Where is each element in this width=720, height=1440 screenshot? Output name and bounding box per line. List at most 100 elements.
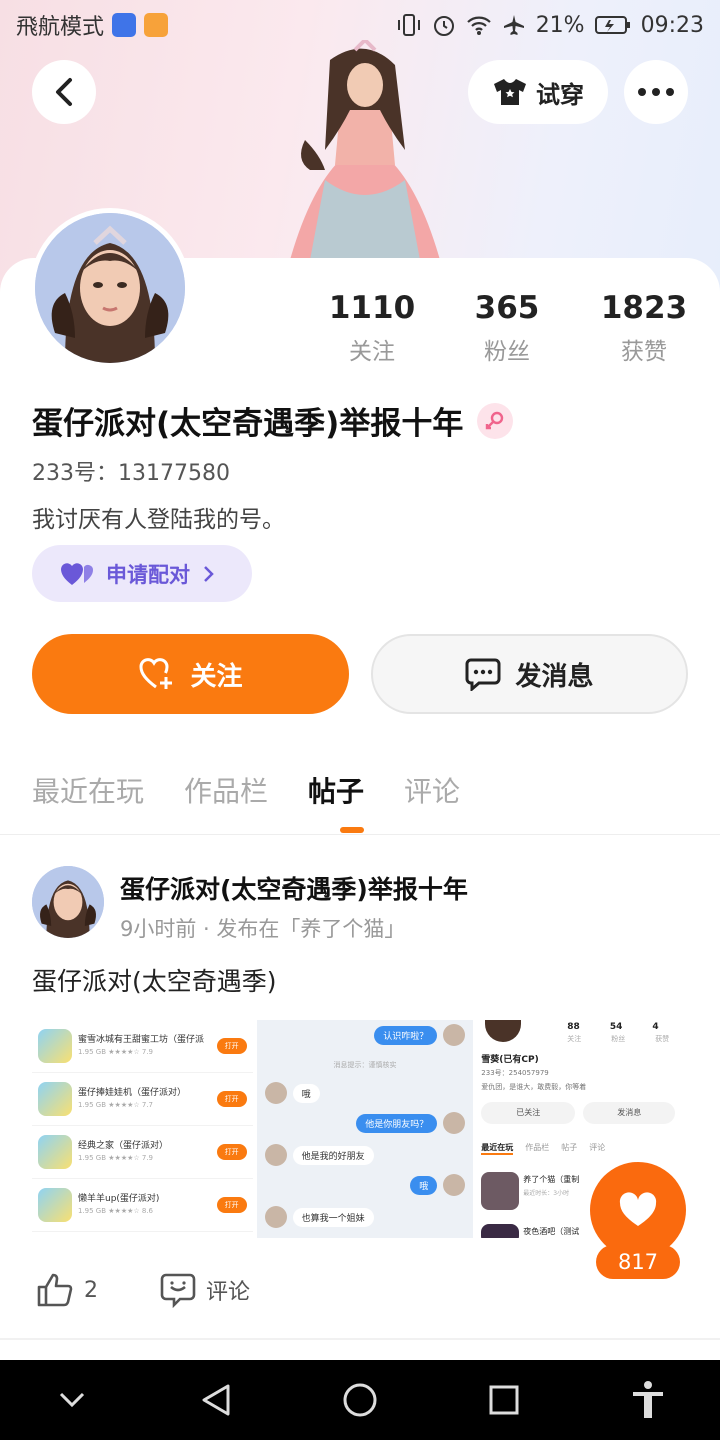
divider <box>0 1338 720 1340</box>
app-open-button: 打开 <box>216 1197 247 1213</box>
video-app-icon <box>144 13 169 37</box>
post-author-avatar[interactable] <box>32 866 104 938</box>
app-sub: 1.95 GB ★★★★☆ 7.7 <box>78 1101 153 1109</box>
stat-following[interactable]: 1110 关注 <box>302 290 442 366</box>
chat-avatar <box>264 1144 287 1166</box>
alarm-icon <box>433 16 454 36</box>
recents-square-icon <box>489 1385 519 1415</box>
like-count: 2 <box>84 1277 98 1303</box>
follow-button[interactable]: 关注 <box>32 634 349 714</box>
active-tab-indicator <box>340 827 364 833</box>
chevron-down-icon <box>59 1392 85 1408</box>
stat-following-label: 关注 <box>349 339 395 365</box>
post-image-chat[interactable]: 认识咋啦？ 消息提示：谨慎核实 哦 他是你朋友吗？ 他是我的好朋友 哦 也算我一… <box>256 1020 474 1238</box>
female-gender-icon <box>477 402 514 439</box>
home-circle-icon <box>343 1383 377 1417</box>
chevron-left-icon <box>56 78 72 106</box>
back-button[interactable] <box>32 60 96 124</box>
battery-icon <box>594 16 630 34</box>
request-pair-label: 申请配对 <box>106 562 190 587</box>
post-actions: 2 评论 <box>36 1272 250 1308</box>
vibrate-icon <box>397 14 420 36</box>
more-options-button[interactable] <box>624 60 688 124</box>
chat-message: 他是你朋友吗？ <box>356 1113 438 1133</box>
stat-fans[interactable]: 365 粉丝 <box>437 290 577 366</box>
thumbs-up-icon <box>37 1273 73 1307</box>
game-icon <box>38 1029 72 1063</box>
app-sub: 1.95 GB ★★★★☆ 7.9 <box>78 1154 153 1162</box>
mini-game-icon <box>481 1172 520 1210</box>
airplane-mode-label: 飛航模式 <box>16 15 105 40</box>
mini-avatar <box>485 1020 522 1042</box>
post-text[interactable]: 蛋仔派对(太空奇遇季) <box>32 962 277 998</box>
heart-icon <box>619 1192 657 1226</box>
divider <box>0 834 720 835</box>
app-title: 蛋仔捧娃娃机（蛋仔派对） <box>78 1088 187 1098</box>
floating-like-button[interactable] <box>590 1162 686 1258</box>
post-author-name[interactable]: 蛋仔派对(太空奇遇季)举报十年 <box>120 870 468 906</box>
post-meta: 9小时前 · 发布在「养了个猫」 <box>120 917 406 941</box>
accessibility-button[interactable] <box>618 1370 678 1430</box>
avatar-image <box>35 213 185 363</box>
mini-stat-label: 粉丝 <box>611 1035 626 1043</box>
send-message-label: 发消息 <box>515 661 594 692</box>
character-avatar-figure <box>290 40 440 260</box>
baidu-icon <box>112 13 137 37</box>
comment-button[interactable]: 评论 <box>160 1272 250 1308</box>
app-open-button: 打开 <box>216 1038 247 1054</box>
chat-message: 他是我的好朋友 <box>292 1145 374 1165</box>
chevron-right-icon <box>204 565 214 582</box>
post-avatar-image <box>32 866 104 938</box>
mini-tab: 帖子 <box>561 1143 578 1152</box>
stat-following-value: 1110 <box>328 290 416 326</box>
mini-stat-label: 获赞 <box>655 1035 670 1043</box>
stat-fans-value: 365 <box>474 290 540 326</box>
request-pair-button[interactable]: 申请配对 <box>32 545 252 602</box>
mini-tab: 评论 <box>589 1143 606 1152</box>
nav-back-button[interactable] <box>186 1370 246 1430</box>
chat-avatar <box>443 1174 466 1196</box>
mini-game-icon <box>481 1224 520 1238</box>
accessibility-icon <box>633 1381 663 1418</box>
try-on-button[interactable]: 试穿 <box>468 60 608 124</box>
profile-uid: 233号：13177580 <box>32 461 230 486</box>
mini-follow-button: 已关注 <box>481 1102 576 1124</box>
chat-message: 哦 <box>410 1175 438 1195</box>
game-icon <box>38 1188 72 1222</box>
hide-nav-button[interactable] <box>42 1370 102 1430</box>
more-dots-icon <box>638 88 674 96</box>
game-icon <box>38 1135 72 1169</box>
try-on-label: 试穿 <box>536 80 584 109</box>
tab-posts[interactable]: 帖子 <box>308 770 364 810</box>
app-open-button: 打开 <box>216 1144 247 1160</box>
airplane-icon <box>503 15 524 35</box>
stat-likes-value: 1823 <box>600 290 688 326</box>
wifi-icon <box>466 16 491 35</box>
like-button[interactable]: 2 <box>36 1272 98 1308</box>
chat-message: 也算我一个姐妹 <box>292 1207 374 1227</box>
nav-recents-button[interactable] <box>474 1370 534 1430</box>
comment-label: 评论 <box>206 1280 251 1305</box>
tab-comments[interactable]: 评论 <box>404 770 460 810</box>
tab-recently-played[interactable]: 最近在玩 <box>32 770 144 810</box>
mini-name: 雪葵(已有CP) <box>481 1055 539 1065</box>
tshirt-icon <box>494 79 526 105</box>
mini-game-title: 养了个猫（重制 <box>523 1175 580 1184</box>
profile-name-row: 蛋仔派对(太空奇遇季)举报十年 <box>32 398 514 443</box>
chat-avatar <box>443 1024 466 1046</box>
battery-percent: 21% <box>535 12 585 38</box>
comment-icon <box>160 1273 196 1308</box>
system-nav-bar <box>0 1360 720 1440</box>
nav-home-button[interactable] <box>330 1370 390 1430</box>
chat-notice: 消息提示：谨慎核实 <box>333 1061 397 1069</box>
profile-name: 蛋仔派对(太空奇遇季)举报十年 <box>32 406 464 442</box>
stat-likes[interactable]: 1823 获赞 <box>574 290 714 366</box>
send-message-button[interactable]: 发消息 <box>371 634 688 714</box>
profile-avatar[interactable] <box>30 208 190 368</box>
app-open-button: 打开 <box>216 1091 247 1107</box>
profile-tabs: 最近在玩 作品栏 帖子 评论 <box>32 770 460 810</box>
follow-label: 关注 <box>190 661 243 692</box>
post-image-app-list[interactable]: 蜜雪冰城有王甜蜜工坊（蛋仔派 1.95 GB ★★★★☆ 7.9 打开 蛋仔捧娃娃… <box>32 1020 253 1238</box>
chat-message: 哦 <box>292 1083 320 1103</box>
tab-works[interactable]: 作品栏 <box>184 770 268 810</box>
